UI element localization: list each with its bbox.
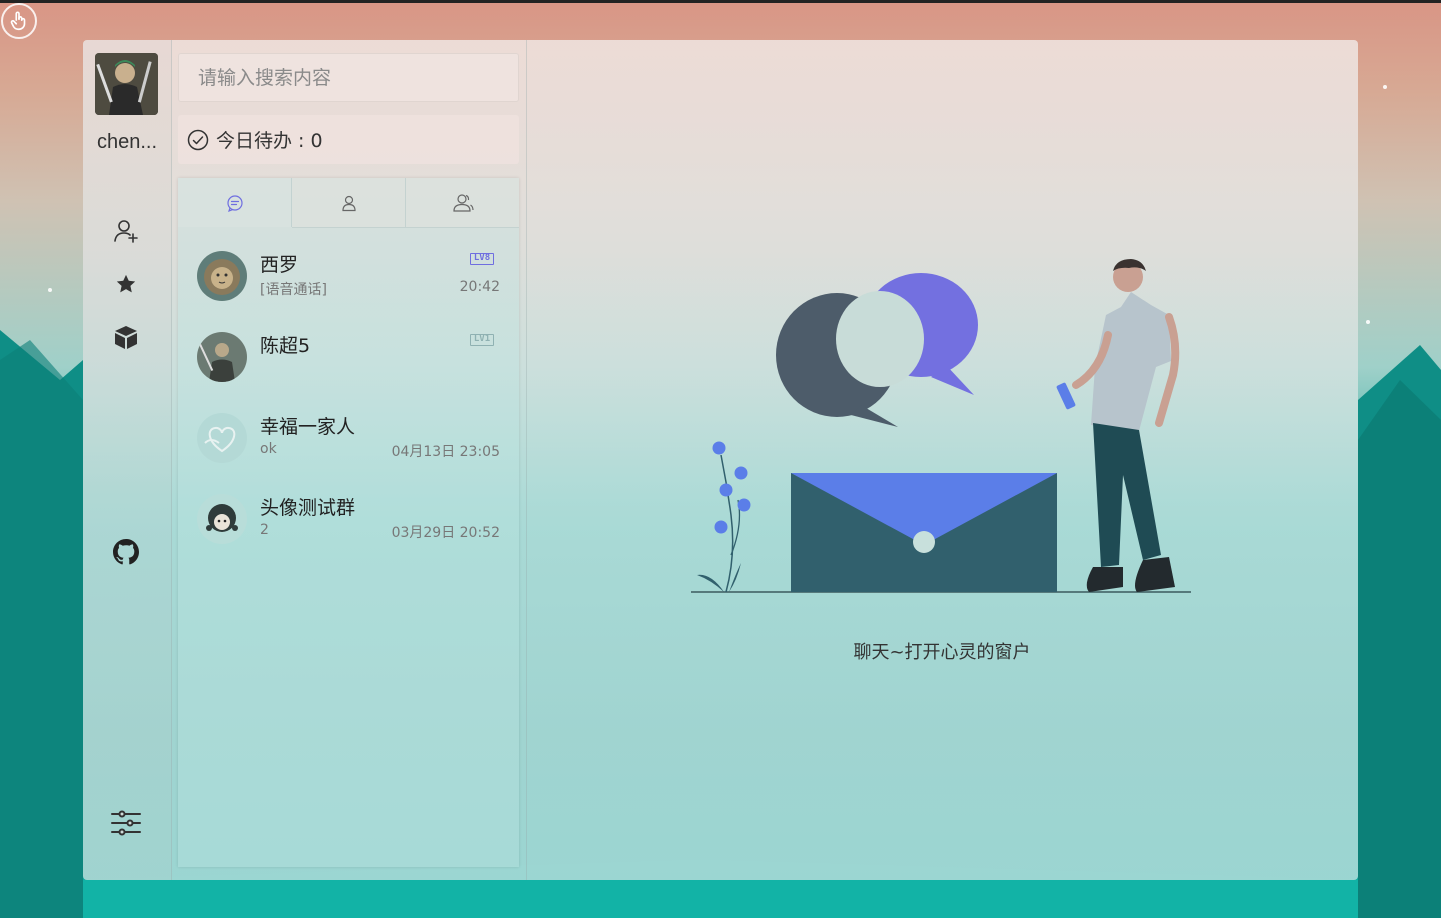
session-time: 03月29日 20:52 [391, 525, 500, 541]
check-circle-icon [187, 129, 209, 150]
background-star [1383, 85, 1387, 89]
search-input[interactable] [178, 53, 519, 102]
session-last-message: 2 [260, 522, 269, 538]
session-item[interactable]: 头像测试群 2 03月29日 20:52 [178, 482, 519, 562]
hand-pointer-icon [10, 11, 26, 31]
level-badge: LV1 [470, 334, 494, 346]
welcome-illustration [691, 259, 1191, 593]
session-panel: 西罗 [语音通话] 20:42 LV8 陈超5 LV1 幸福一家人 ok 04月… [178, 178, 519, 867]
level-badge: LV8 [470, 253, 494, 265]
session-tabs [178, 178, 519, 228]
favorites-button[interactable] [111, 269, 141, 299]
settings-button[interactable] [109, 808, 143, 838]
session-name: 头像测试群 [260, 497, 356, 519]
left-navigation-bar: chen... [83, 40, 172, 880]
session-time: 04月13日 23:05 [391, 444, 500, 460]
pointer-mode-button[interactable] [1, 3, 37, 39]
session-avatar [197, 413, 247, 463]
session-avatar [197, 332, 247, 382]
chat-bubble-icon [226, 194, 243, 212]
session-item[interactable]: 西罗 [语音通话] 20:42 LV8 [178, 239, 519, 319]
group-icon [452, 193, 474, 212]
background-star [1366, 320, 1370, 324]
session-name: 幸福一家人 [260, 416, 356, 438]
session-avatar [197, 494, 247, 544]
settings-sliders-icon [111, 810, 141, 836]
session-item[interactable]: 幸福一家人 ok 04月13日 23:05 [178, 401, 519, 481]
tab-contacts[interactable] [292, 178, 406, 228]
chat-main-area: 聊天~打开心灵的窗户 [526, 40, 1358, 880]
add-friend-button[interactable] [111, 216, 141, 246]
add-friend-icon [114, 220, 138, 243]
user-icon [341, 195, 356, 211]
chat-app-window: chen... 请输入搜索内容 今日待办: 0 西罗 [语音通话] 20:42… [83, 40, 1358, 880]
cube-icon [115, 326, 137, 349]
star-icon [116, 274, 136, 293]
github-icon [113, 539, 139, 565]
apps-button[interactable] [111, 322, 141, 352]
background-star [48, 288, 52, 292]
session-last-message: [语音通话] [260, 282, 327, 298]
session-last-message: ok [260, 441, 277, 457]
user-avatar[interactable] [95, 53, 158, 115]
session-item[interactable]: 陈超5 LV1 [178, 320, 519, 400]
github-link[interactable] [111, 537, 141, 567]
tab-chats[interactable] [178, 178, 292, 227]
session-list-column: 今日待办 : 0 [171, 40, 527, 880]
session-name: 西罗 [260, 254, 299, 276]
username-label: chen... [96, 131, 158, 153]
today-todo-bar[interactable]: 今日待办 : 0 [178, 115, 519, 164]
session-avatar [197, 251, 247, 301]
welcome-text: 聊天~打开心灵的窗户 [853, 642, 1031, 663]
today-todo-label: 今日待办 : 0 [216, 130, 323, 152]
session-time: 20:42 [459, 279, 500, 295]
tab-groups[interactable] [406, 178, 519, 228]
session-name: 陈超5 [260, 335, 311, 357]
